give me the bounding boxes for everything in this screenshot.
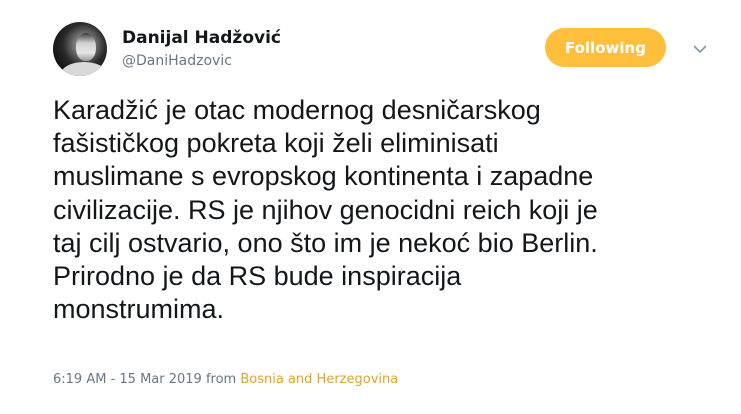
chevron-down-icon (693, 45, 707, 53)
tweet-text-line: muslimane s evropskog kontinenta i zapad… (53, 161, 594, 192)
author-name[interactable]: Danijal Hadžović (122, 28, 281, 48)
tweet-text-line: Karadžić je otac modernog desničarskog (53, 95, 541, 125)
tweet-text-line: fašističkog pokreta koji želi eliminisat… (53, 128, 499, 159)
from-label: from (205, 372, 237, 387)
tweet-text-line: Prirodno je da RS bude inspiracija (53, 261, 462, 292)
avatar[interactable] (53, 22, 107, 76)
location-link[interactable]: Bosnia and Herzegovina (240, 372, 398, 387)
tweet-text-line: taj cilj ostvario, ono što im je nekoć b… (53, 227, 598, 258)
timestamp[interactable]: 6:19 AM - 15 Mar 2019 (53, 372, 202, 387)
tweet-card: Danijal Hadžović @DaniHadzovic Following… (0, 0, 741, 414)
following-button[interactable]: Following (545, 28, 666, 67)
tweet-text: Karadžić je otac modernog desničarskog f… (53, 94, 733, 326)
tweet-text-line: civilizacije. RS je njihov genocidni rei… (53, 194, 598, 225)
more-options-button[interactable] (689, 40, 711, 58)
tweet-text-line: monstrumima. (53, 294, 225, 325)
avatar-body (61, 62, 107, 76)
avatar-face (76, 33, 96, 61)
author-handle[interactable]: @DaniHadzovic (122, 53, 232, 69)
tweet-meta: 6:19 AM - 15 Mar 2019 from Bosnia and He… (53, 372, 398, 387)
